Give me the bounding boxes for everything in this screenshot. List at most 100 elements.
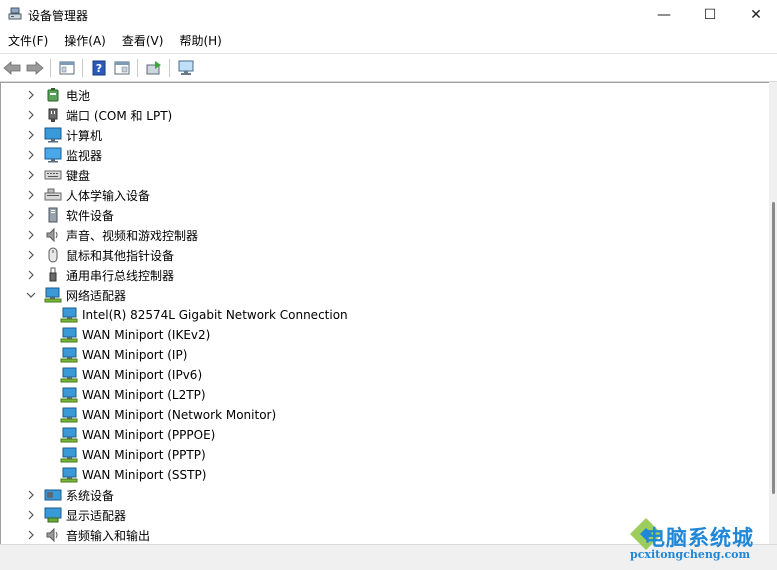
network-adapter-icon <box>60 307 78 323</box>
tree-item-label: 监视器 <box>66 148 103 163</box>
maximize-button[interactable]: ☐ <box>687 0 733 30</box>
tree-category-item[interactable]: 端口 (COM 和 LPT) <box>25 105 172 125</box>
usb-icon <box>44 267 62 283</box>
chevron-right-icon[interactable] <box>25 125 37 145</box>
chevron-right-icon[interactable] <box>25 85 37 105</box>
tree-category-item[interactable]: 音频输入和输出 <box>25 525 150 545</box>
watermark-url: pcxitongcheng.com <box>630 548 751 561</box>
chevron-right-icon[interactable] <box>25 525 37 545</box>
mouse-icon <box>44 247 62 263</box>
watermark: 电脑系统城 pcxitongcheng.com <box>622 512 777 569</box>
toolbar-separator <box>137 58 138 77</box>
tree-item-label: 端口 (COM 和 LPT) <box>66 108 173 123</box>
tree-category-item[interactable]: 声音、视频和游戏控制器 <box>25 225 198 245</box>
minimize-button[interactable]: — <box>641 0 687 30</box>
tree-child-item[interactable]: WAN Miniport (PPPOE) <box>60 425 215 445</box>
tree-category-item[interactable]: 鼠标和其他指针设备 <box>25 245 174 265</box>
device-tree: 电池端口 (COM 和 LPT) 计算机监视器键盘人体学输入设备软件设备声音、视频… <box>0 82 770 545</box>
tree-category-item[interactable]: 监视器 <box>25 145 102 165</box>
tree-category-item[interactable]: 系统设备 <box>25 485 114 505</box>
tree-item-label: 系统设备 <box>66 488 115 503</box>
tree-category-item[interactable]: 计算机 <box>25 125 102 145</box>
chevron-right-icon[interactable] <box>25 165 37 185</box>
menu-bar: 文件(F) 操作(A) 查看(V) 帮助(H) <box>0 30 777 52</box>
network-adapter-icon <box>60 467 78 483</box>
tree-item-label: 鼠标和其他指针设备 <box>66 248 175 263</box>
tree-child-item[interactable]: WAN Miniport (IKEv2) <box>60 325 210 345</box>
tree-category-item[interactable]: 软件设备 <box>25 205 114 225</box>
tree-category-item[interactable]: 电池 <box>25 85 90 105</box>
tree-item-label: WAN Miniport (PPTP) <box>82 448 206 462</box>
forward-icon[interactable] <box>24 57 46 79</box>
tree-item-label: WAN Miniport (Network Monitor) <box>82 408 277 422</box>
properties-icon[interactable] <box>56 57 78 79</box>
tree-child-item[interactable]: WAN Miniport (SSTP) <box>60 465 206 485</box>
network-adapter-icon <box>60 427 78 443</box>
chevron-right-icon[interactable] <box>25 205 37 225</box>
vertical-scrollbar[interactable] <box>769 82 777 544</box>
update-driver-icon[interactable] <box>143 57 165 79</box>
computer-icon <box>44 127 62 143</box>
back-icon[interactable] <box>1 57 23 79</box>
chevron-right-icon[interactable] <box>25 225 37 245</box>
tree-category-item[interactable]: 通用串行总线控制器 <box>25 265 174 285</box>
chevron-right-icon[interactable] <box>25 485 37 505</box>
view-icon[interactable] <box>111 57 133 79</box>
chevron-down-icon[interactable] <box>25 285 37 305</box>
toolbar-separator <box>50 58 51 77</box>
display-adapter-icon <box>44 507 62 523</box>
tree-child-item[interactable]: Intel(R) 82574L Gigabit Network Connecti… <box>60 305 348 325</box>
tree-item-label: WAN Miniport (L2TP) <box>82 388 206 402</box>
speaker-icon <box>44 227 62 243</box>
chevron-right-icon[interactable] <box>25 145 37 165</box>
tree-item-label: WAN Miniport (IKEv2) <box>82 328 211 342</box>
network-adapter-icon <box>60 327 78 343</box>
tree-category-item[interactable]: 键盘 <box>25 165 90 185</box>
hid-icon <box>44 187 62 203</box>
tree-child-item[interactable]: WAN Miniport (IPv6) <box>60 365 202 385</box>
tree-item-label: 声音、视频和游戏控制器 <box>66 228 199 243</box>
tree-child-item[interactable]: WAN Miniport (IP) <box>60 345 187 365</box>
menu-file[interactable]: 文件(F) <box>0 30 56 52</box>
tree-child-item[interactable]: WAN Miniport (Network Monitor) <box>60 405 276 425</box>
scan-hardware-icon[interactable] <box>175 57 197 79</box>
tree-category-item[interactable]: 人体学输入设备 <box>25 185 150 205</box>
chevron-right-icon[interactable] <box>25 245 37 265</box>
chevron-right-icon[interactable] <box>25 105 37 125</box>
tree-item-label: Intel(R) 82574L Gigabit Network Connecti… <box>82 308 348 322</box>
network-adapter-icon <box>60 367 78 383</box>
menu-view[interactable]: 查看(V) <box>114 30 172 52</box>
tree-item-label: 人体学输入设备 <box>66 188 151 203</box>
help-icon[interactable]: ? <box>88 57 110 79</box>
system-device-icon <box>44 487 62 503</box>
tree-item-label: 通用串行总线控制器 <box>66 268 175 283</box>
keyboard-icon <box>44 167 62 183</box>
network-icon <box>44 287 62 303</box>
network-adapter-icon <box>60 447 78 463</box>
battery-icon <box>44 87 62 103</box>
tree-child-item[interactable]: WAN Miniport (PPTP) <box>60 445 206 465</box>
tree-item-label: WAN Miniport (PPPOE) <box>82 428 216 442</box>
chevron-right-icon[interactable] <box>25 265 37 285</box>
device-manager-app-icon <box>8 7 22 21</box>
menu-help[interactable]: 帮助(H) <box>171 30 229 52</box>
monitor-icon <box>44 147 62 163</box>
tree-item-label: 网络适配器 <box>66 288 127 303</box>
tree-item-label: WAN Miniport (IP) <box>82 348 188 362</box>
close-button[interactable]: ✕ <box>733 0 777 30</box>
tree-item-label: WAN Miniport (IPv6) <box>82 368 203 382</box>
scrollbar-thumb[interactable] <box>772 202 775 494</box>
network-adapter-icon <box>60 407 78 423</box>
network-adapter-icon <box>60 347 78 363</box>
tree-item-label: WAN Miniport (SSTP) <box>82 468 207 482</box>
tree-item-label: 键盘 <box>66 168 91 183</box>
toolbar: ? <box>0 53 777 82</box>
chevron-right-icon[interactable] <box>25 505 37 525</box>
tree-item-label: 显示适配器 <box>66 508 127 523</box>
tree-category-item[interactable]: 网络适配器 <box>25 285 126 305</box>
tree-child-item[interactable]: WAN Miniport (L2TP) <box>60 385 206 405</box>
window-title: 设备管理器 <box>28 9 89 23</box>
chevron-right-icon[interactable] <box>25 185 37 205</box>
menu-action[interactable]: 操作(A) <box>56 30 114 52</box>
tree-category-item[interactable]: 显示适配器 <box>25 505 126 525</box>
